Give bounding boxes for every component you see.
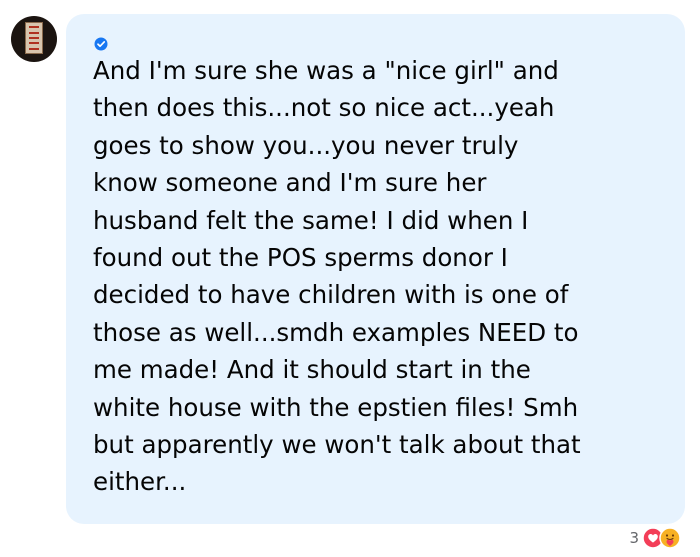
- comment-text: And I'm sure she was a "nice girl" and t…: [93, 56, 581, 497]
- care-reaction-icon: [659, 527, 681, 549]
- avatar-sign-graphic: [25, 22, 43, 54]
- comment-bubble: And I'm sure she was a "nice girl" and t…: [66, 14, 685, 524]
- reactions-summary[interactable]: 3: [629, 526, 681, 550]
- reaction-count: 3: [629, 529, 639, 547]
- commenter-avatar[interactable]: [11, 16, 57, 62]
- reaction-icons: [642, 527, 681, 549]
- verified-badge-icon: [94, 36, 108, 51]
